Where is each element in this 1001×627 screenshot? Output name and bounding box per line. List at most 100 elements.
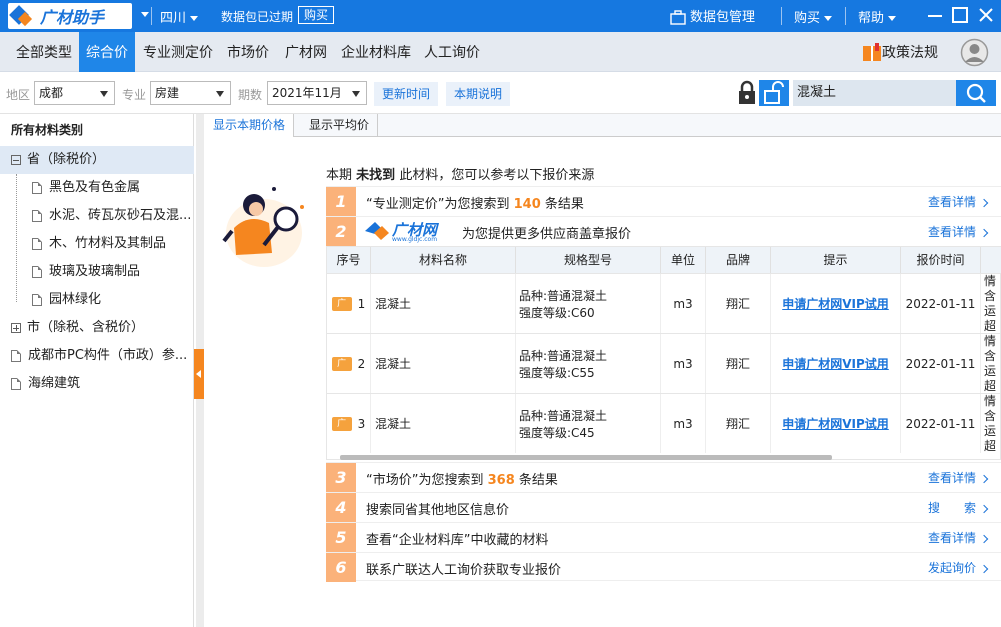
- sidebar-collapse-button[interactable]: [194, 349, 204, 399]
- extra-line: 详情: [984, 274, 997, 288]
- tree-item-garden[interactable]: 园林绿化: [32, 286, 101, 314]
- menu-professional-price[interactable]: 专业测定价: [136, 32, 220, 72]
- data-package-manage[interactable]: 数据包管理: [670, 6, 755, 25]
- menu-all-types[interactable]: 全部类型: [9, 32, 79, 72]
- extra-line: 详情: [984, 334, 997, 348]
- chevron-right-icon: [979, 474, 989, 483]
- unlock-icon: [764, 81, 784, 104]
- step-number: 5: [326, 523, 356, 552]
- policy-label: 政策法规: [882, 45, 938, 61]
- result-count: 140: [513, 197, 541, 212]
- category-sidebar: 所有材料类别 省（除税价） 黑色及有色金属 水泥、砖瓦灰砂石及混... 木、竹材…: [0, 114, 194, 627]
- maximize-icon[interactable]: [951, 6, 969, 24]
- menu-market-price[interactable]: 市场价: [220, 32, 276, 72]
- link-label: 查看详情: [927, 471, 976, 485]
- search-button[interactable]: [956, 80, 996, 106]
- tree-line: [16, 174, 17, 302]
- search-link[interactable]: 搜 索: [927, 499, 989, 516]
- link-label: 搜 索: [927, 501, 976, 515]
- logo-dropdown-icon[interactable]: [141, 12, 149, 17]
- close-icon[interactable]: [977, 6, 995, 24]
- logo-text: 广材助手: [40, 8, 105, 27]
- cell-extra: 详情含运超出: [981, 274, 1001, 333]
- tree-item-cement[interactable]: 水泥、砖瓦灰砂石及混...: [32, 202, 191, 230]
- result-pre: “市场价”为您搜索到: [366, 473, 484, 488]
- col-header-no: 序号: [327, 247, 371, 273]
- main-menu-bar: 全部类型 综合价 专业测定价 市场价 广材网 企业材料库 人工询价 政策法规: [0, 32, 1001, 72]
- tree-label: 园林绿化: [49, 292, 102, 307]
- update-time-button[interactable]: 更新时间: [374, 82, 439, 106]
- view-details-link[interactable]: 查看详情: [928, 223, 989, 240]
- cell-extra: 详情含运超出: [981, 394, 1001, 453]
- gcw-tag-icon: 广: [331, 416, 352, 431]
- period-select[interactable]: 2021年11月: [267, 81, 367, 105]
- region-select[interactable]: 成都: [34, 81, 115, 105]
- table-horizontal-scrollbar[interactable]: [340, 455, 832, 460]
- vip-trial-link[interactable]: 申请广材网VIP试用: [782, 295, 889, 312]
- start-inquiry-link[interactable]: 发起询价: [928, 559, 989, 576]
- cell-unit: m3: [661, 274, 706, 333]
- buy-button[interactable]: 购买: [298, 6, 335, 24]
- price-tabs: 显示本期价格 显示平均价: [205, 114, 1001, 137]
- view-details-link[interactable]: 查看详情: [928, 529, 989, 546]
- cell-name: 混凝土: [371, 394, 516, 453]
- region-label: 地区: [6, 88, 31, 102]
- menu-enterprise-library[interactable]: 企业材料库: [334, 32, 418, 72]
- menu-manual-inquiry[interactable]: 人工询价: [417, 32, 487, 72]
- period-desc-button[interactable]: 本期说明: [446, 82, 511, 106]
- spec-line: 品种:普通混凝土: [519, 348, 608, 363]
- chevron-right-icon: [979, 504, 989, 513]
- tree-item-province[interactable]: 省（除税价）: [11, 146, 105, 174]
- col-header-time: 报价时间: [901, 247, 981, 273]
- view-details-link[interactable]: 查看详情: [927, 469, 989, 486]
- tree-item-pc[interactable]: 成都市PC构件（市政）参...: [11, 342, 187, 370]
- cell-no: 广3: [327, 394, 371, 453]
- supplier-quote-table: 序号 材料名称 规格型号 单位 品牌 提示 报价时间 广1 混凝土 品种:普通混…: [326, 246, 1001, 460]
- book-icon: [863, 43, 881, 61]
- view-details-link[interactable]: 查看详情: [928, 193, 989, 210]
- policy-link[interactable]: 政策法规: [862, 42, 938, 63]
- gcw-tag-icon: 广: [331, 296, 352, 311]
- search-icon: [966, 83, 986, 103]
- gcw-tag-icon: 广: [331, 356, 352, 371]
- menu-composite-price[interactable]: 综合价: [79, 32, 135, 72]
- result-row-enterprise: 5 查看“企业材料库”中收藏的材料 查看详情: [326, 522, 1001, 552]
- document-icon: [32, 265, 42, 278]
- help-menu[interactable]: 帮助: [845, 7, 897, 26]
- spec-line: 强度等级:C55: [519, 365, 595, 380]
- col-header-extra: [981, 247, 1001, 273]
- tree-label: 玻璃及玻璃制品: [49, 264, 141, 279]
- cell-tip: 申请广材网VIP试用: [771, 394, 901, 453]
- region-selector[interactable]: 四川: [151, 7, 199, 26]
- tree-label: 木、竹材料及其制品: [49, 236, 167, 251]
- lock-icon[interactable]: [736, 80, 758, 106]
- tab-current-price[interactable]: 显示本期价格: [205, 114, 295, 137]
- avatar[interactable]: [960, 38, 989, 67]
- col-header-unit: 单位: [661, 247, 706, 273]
- tree-label: 市（除税、含税价）: [27, 320, 145, 335]
- cell-unit: m3: [661, 334, 706, 393]
- document-icon: [32, 181, 42, 194]
- chevron-right-icon: [979, 228, 989, 237]
- unlock-button[interactable]: [759, 80, 789, 106]
- tree-item-city[interactable]: 市（除税、含税价）: [11, 314, 144, 342]
- major-select[interactable]: 房建: [150, 81, 231, 105]
- expand-icon[interactable]: [11, 322, 21, 333]
- step-number: 3: [326, 463, 356, 492]
- search-input[interactable]: 混凝土: [793, 80, 956, 106]
- vip-trial-link[interactable]: 申请广材网VIP试用: [782, 355, 889, 372]
- tree-item-glass[interactable]: 玻璃及玻璃制品: [32, 258, 140, 286]
- menu-gcw[interactable]: 广材网: [278, 32, 334, 72]
- step-number: 2: [326, 217, 356, 246]
- vip-trial-link[interactable]: 申请广材网VIP试用: [782, 415, 889, 432]
- result-text: 搜索同省其他地区信息价: [366, 503, 510, 518]
- collapse-icon[interactable]: [11, 154, 21, 165]
- buy-menu-label: 购买: [794, 11, 821, 26]
- tree-item-metal[interactable]: 黑色及有色金属: [32, 174, 140, 202]
- tree-item-sponge[interactable]: 海绵建筑: [11, 370, 80, 398]
- buy-menu[interactable]: 购买: [781, 7, 833, 26]
- tab-average-price[interactable]: 显示平均价: [301, 114, 379, 137]
- result-text: 查看“企业材料库”中收藏的材料: [366, 533, 549, 548]
- minimize-icon[interactable]: [926, 6, 944, 24]
- tree-item-wood[interactable]: 木、竹材料及其制品: [32, 230, 166, 258]
